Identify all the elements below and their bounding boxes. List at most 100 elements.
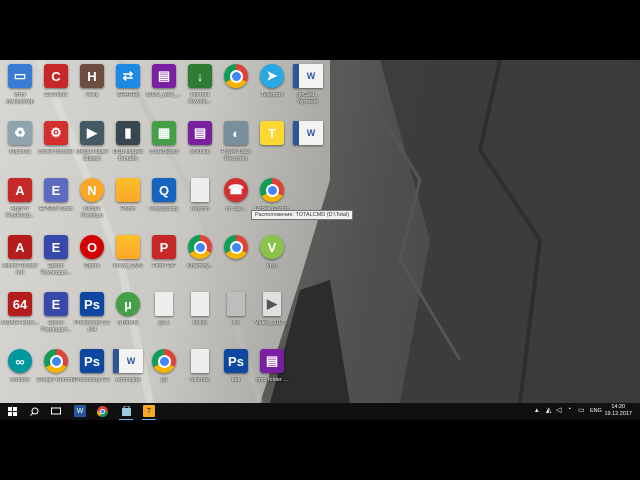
desktop-icon-chrome[interactable]: Uzbek (2).doc <box>254 175 290 233</box>
tray-speaker-icon[interactable]: ◁ <box>556 406 561 414</box>
desktop-icon-usb-modem[interactable]: ▮ USB-модем Билайн <box>110 118 146 176</box>
desktop-icon-photoshop[interactable]: Ps Photoshop CC x64 <box>74 289 110 347</box>
desktop-icon-arduino[interactable]: ∞ Arduino <box>2 346 38 403</box>
desktop-icon-label: Google Chrome <box>36 377 76 383</box>
word-taskbar-icon[interactable]: W <box>74 405 86 417</box>
desktop-icon-havij[interactable]: H Havij <box>74 61 110 119</box>
desktop-icon-label: Havij <box>85 92 99 98</box>
desktop-icon-label: gitCast... путевая <box>297 92 319 105</box>
desktop-icon-label: Keyinfo <box>190 206 210 212</box>
desktop-icon-label: Ahmadjon <box>115 377 141 383</box>
desktop-icon-label: Arduino <box>10 377 30 383</box>
task-view-icon[interactable] <box>50 405 62 417</box>
desktop-icon-vbb[interactable]: VvBB <box>254 232 290 290</box>
video-file-icon: ▶ <box>263 292 281 316</box>
desktop-icon-utorrent[interactable]: µ uTorrent <box>110 289 146 347</box>
desktop-icon-computer[interactable]: ▭ Этот компьютер <box>2 61 38 119</box>
desktop[interactable]: ▭ Этот компьютер C CCleaner H Havij ⇄ SHAREit ▤ B… <box>0 60 640 403</box>
desktop-icon-idm[interactable]: ↓ Internet Downlo... <box>182 61 218 119</box>
desktop-icon-easyquizzy[interactable]: QeasyQuizzy <box>146 175 182 233</box>
desktop-icon-photoshop-file[interactable]: Ps ladi <box>218 346 254 403</box>
chrome-taskbar-icon[interactable] <box>96 405 108 417</box>
desktop-icon-folder[interactable]: Photo <box>110 175 146 233</box>
desktop-icon-driver-booster[interactable]: ⚙ Driver Booster <box>38 118 74 176</box>
chrome-icon <box>188 235 212 259</box>
on-call-icon: ☎ <box>224 178 248 202</box>
desktop-icon-label: Этот компьютер <box>6 92 34 105</box>
desktop-icon-codeblocks[interactable]: ▦ CodeBlocks <box>146 118 182 176</box>
desktop-icon-chrome[interactable]: Google Chrome <box>36 346 76 403</box>
word-doc-icon: W <box>293 121 323 145</box>
desktop-icon-label: Photo <box>120 206 136 212</box>
desktop-icon-recycle-bin[interactable]: ♻ Корзина <box>2 118 38 176</box>
abbyy-icon: A <box>8 178 32 202</box>
desktop-icon-label: Internet Downlo... <box>188 92 212 105</box>
desktop-icon-label: BIOS_Acer_... <box>146 92 182 98</box>
desktop-icon-opera[interactable]: O Opera <box>74 232 110 290</box>
desktop-icon-chrome[interactable] <box>218 61 254 119</box>
totalcmd-icon: T <box>260 121 284 145</box>
desktop-icon-ccleaner[interactable]: C CCleaner <box>38 61 74 119</box>
desktop-icon-word-doc[interactable]: WgitCast... путевая <box>290 61 326 119</box>
desktop-icon-chrome[interactable]: g3 <box>146 346 182 403</box>
desktop-icon-epson-scan[interactable]: E EPSON Scan <box>38 175 74 233</box>
winrar-icon: ▤ <box>152 64 176 88</box>
desktop-icon-file[interactable]: g3.1 <box>146 289 182 347</box>
desktop-icon-chrome[interactable] <box>218 232 254 290</box>
desktop-icon-adobe-reader[interactable]: A Adobe Reader 6.0 <box>2 232 38 290</box>
store-taskbar-icon[interactable] <box>120 405 132 417</box>
desktop-icon-file[interactable]: Keyinfo <box>182 175 218 233</box>
desktop-icon-on-call[interactable]: ☎ on call... <box>218 175 254 233</box>
desktop-icon-abbyy[interactable]: A ABBYY FineRead... <box>2 175 38 233</box>
desktop-icon-file[interactable]: kollos <box>182 289 218 347</box>
desktop-icon-photoshop[interactable]: Ps Photoshop CC <box>74 346 110 403</box>
desktop-icon-aida64[interactable]: 64 AIDA64 Extre... <box>1 289 39 347</box>
vbb-icon: V <box>260 235 284 259</box>
folder-icon <box>116 178 140 202</box>
desktop-icon-label: Khamtoy... <box>187 263 213 269</box>
desktop-icon-epson-manual[interactable]: E Epson Руководст... <box>38 289 74 347</box>
totalcmd-taskbar-icon[interactable]: T <box>143 405 155 417</box>
desktop-icon-label: First PDF <box>152 263 176 269</box>
desktop-icon-winrar[interactable]: ▤ cmd folder ... <box>254 346 290 403</box>
desktop-icon-file[interactable]: lxx <box>218 289 254 347</box>
taskbar: W T ▴ ◭ ◁ ◔ ▭ ENG 14:20 19.12.2017 <box>0 403 640 420</box>
desktop-icon-winrar[interactable]: ▤ BIOS_Acer_... <box>146 61 182 119</box>
tray-wifi-icon[interactable]: ◔ <box>567 406 571 413</box>
desktop-icon-label: easyQuizzy <box>149 206 179 212</box>
desktop-icon-label: Photoshop CC <box>74 377 110 383</box>
start-windows-icon[interactable] <box>6 405 18 417</box>
photoshop-icon: Ps <box>80 349 104 373</box>
desktop-icon-first-pdf[interactable]: P First PDF <box>146 232 182 290</box>
epson-scan-icon: E <box>44 178 68 202</box>
desktop-icon-label: Kneyt_CMS <box>113 263 143 269</box>
desktop-icon-label: Media Player Classic <box>75 149 109 162</box>
desktop-icon-chrome[interactable]: Khamtoy... <box>182 232 218 290</box>
opera-icon: O <box>80 235 104 259</box>
winrar-icon: ▤ <box>260 349 284 373</box>
desktop-icon-shareit[interactable]: ⇄ SHAREit <box>110 61 146 119</box>
tray-network-app-icon[interactable]: ◭ <box>546 406 551 414</box>
desktop-icon-winrar[interactable]: ▤ ishchilar <box>182 118 218 176</box>
desktop-icon-label: lxx <box>232 320 240 326</box>
tray-message-icon[interactable]: ▭ <box>578 406 585 414</box>
chrome-icon <box>44 349 68 373</box>
desktop-icon-mpc[interactable]: ▶ Media Player Classic <box>74 118 110 176</box>
desktop-icon-folder[interactable]: Kneyt_CMS <box>110 232 146 290</box>
ccleaner-icon: C <box>44 64 68 88</box>
desktop-icon-file[interactable]: Idiomas <box>182 346 218 403</box>
desktop-icon-word-doc[interactable]: W <box>290 118 326 176</box>
desktop-icon-telegram[interactable]: ➤ Telegram <box>254 61 290 119</box>
desktop-icon-epson-manual[interactable]: E Epson Руководст... <box>38 232 74 290</box>
desktop-icon-word-doc[interactable]: W Ahmadjon <box>110 346 146 403</box>
desktop-icon-video-file[interactable]: ▶ Video_2017... <box>254 289 290 347</box>
clock[interactable]: 14:20 19.12.2017 <box>604 404 632 418</box>
language-indicator[interactable]: ENG <box>590 408 602 414</box>
file-icon <box>227 292 245 316</box>
tray-up-arrow-icon[interactable]: ▴ <box>535 406 539 414</box>
first-pdf-icon: P <box>152 235 176 259</box>
desktop-icon-recovery[interactable]: ◐ Power Data Recovery <box>218 118 254 176</box>
desktop-icon-nicolai[interactable]: N Nicolai Premium <box>74 175 110 233</box>
desktop-icon-totalcmd[interactable]: T <box>254 118 290 176</box>
search-icon[interactable] <box>28 405 40 417</box>
